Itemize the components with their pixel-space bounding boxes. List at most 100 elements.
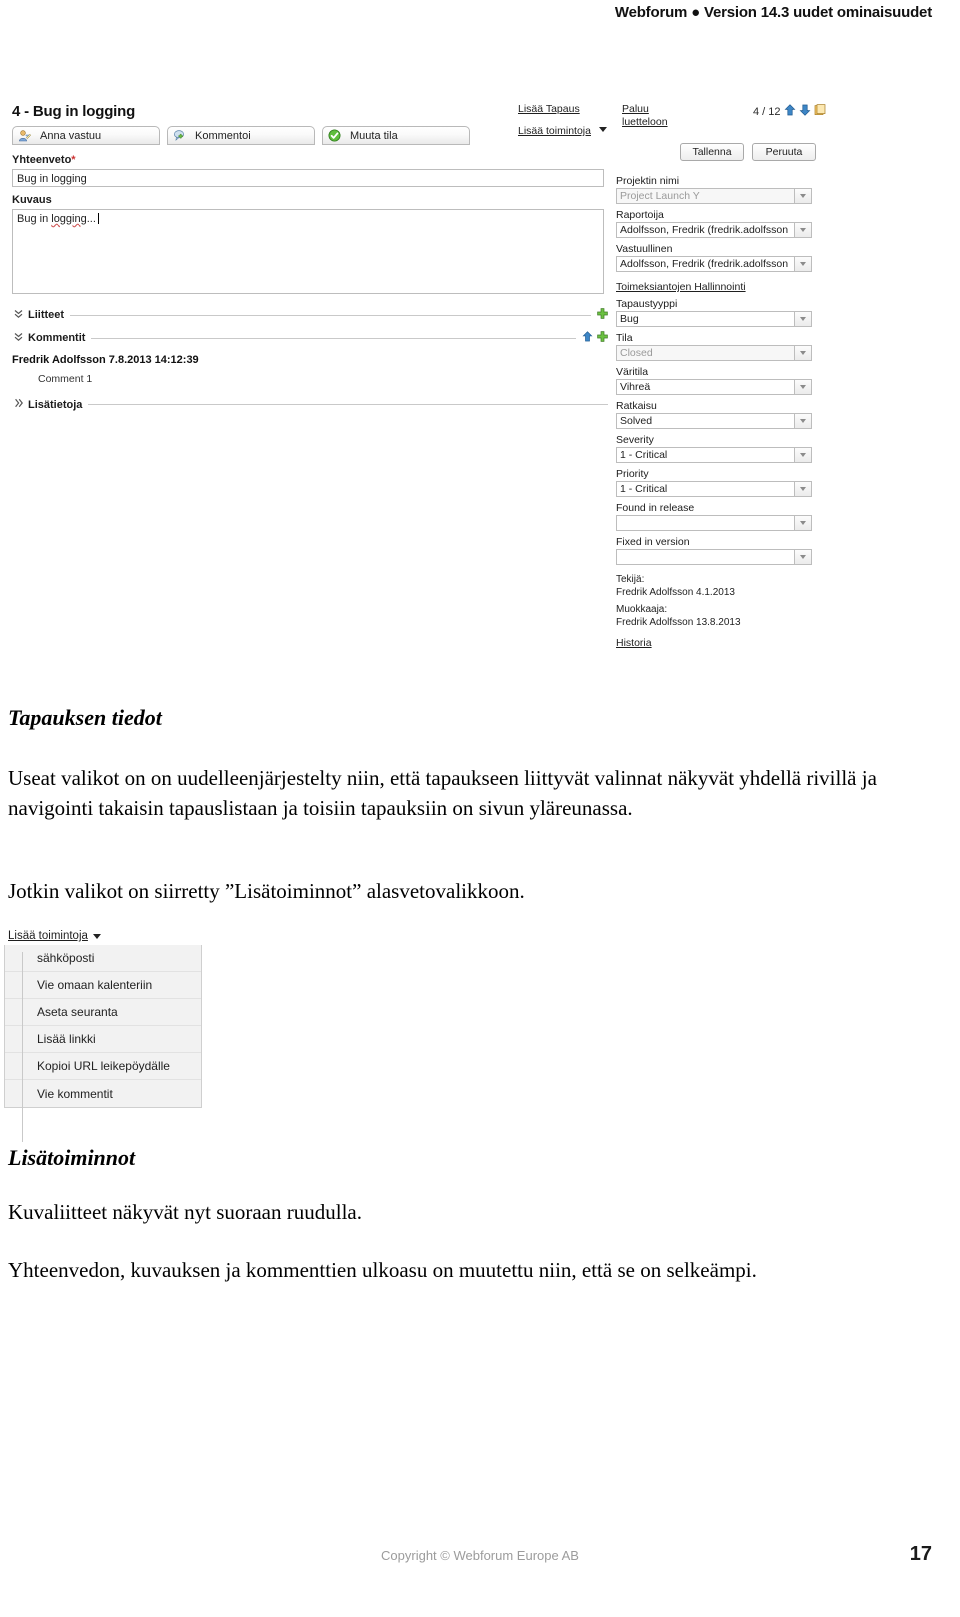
menu-item-kopioi-url[interactable]: Kopioi URL leikepöydälle xyxy=(5,1053,201,1080)
paragraph-three: Kuvaliitteet näkyvät nyt suoraan ruudull… xyxy=(8,1200,362,1224)
dropdown-arrow-icon[interactable] xyxy=(794,380,811,394)
field-label-vastuullinen: Vastuullinen xyxy=(616,243,673,255)
case-title: 4 - Bug in logging xyxy=(12,103,136,120)
field-label-ratkaisu: Ratkaisu xyxy=(616,400,657,412)
case-action-tabbar: Anna vastuu Kommentoi Muuta tila xyxy=(12,126,470,145)
comment-author: Fredrik Adolfsson 7.8.2013 14:12:39 xyxy=(12,354,199,366)
add-case-link[interactable]: Lisää Tapaus xyxy=(518,103,580,115)
menu-trigger-label: Lisää toimintoja xyxy=(8,930,88,942)
running-header: Webforum ● Version 14.3 uudet ominaisuud… xyxy=(614,4,932,21)
field-projektin-nimi[interactable]: Project Launch Y xyxy=(616,188,812,204)
tab-label: Muuta tila xyxy=(350,129,398,142)
tab-label: Kommentoi xyxy=(195,129,251,142)
field-label-found-in-release: Found in release xyxy=(616,502,695,514)
more-actions-label: Lisää toimintoja xyxy=(518,125,591,137)
field-value: 1 - Critical xyxy=(620,483,668,495)
field-priority[interactable]: 1 - Critical xyxy=(616,481,812,497)
section-more-info[interactable]: Lisätietoja xyxy=(12,398,608,411)
chevron-double-down-icon xyxy=(12,332,24,345)
dropdown-arrow-icon[interactable] xyxy=(794,257,811,271)
description-label: Kuvaus xyxy=(12,194,52,206)
more-actions-menu-screenshot: Lisää toimintoja sähköposti Vie omaan ka… xyxy=(4,930,234,1142)
tab-anna-vastuu[interactable]: Anna vastuu xyxy=(12,126,160,145)
dropdown-arrow-icon[interactable] xyxy=(794,189,811,203)
field-severity[interactable]: 1 - Critical xyxy=(616,447,812,463)
summary-label: Yhteenveto* xyxy=(12,154,76,166)
section-more-info-label: Lisätietoja xyxy=(28,398,83,411)
collapse-comments-icon[interactable] xyxy=(582,331,593,345)
description-text-tail: ... xyxy=(86,213,96,225)
description-textarea[interactable]: Bug in logging... xyxy=(12,209,604,294)
section-comments[interactable]: Kommentit xyxy=(12,331,608,345)
field-tila[interactable]: Closed xyxy=(616,345,812,361)
menu-connector-rail xyxy=(22,952,23,1142)
created-value: Fredrik Adolfsson 4.1.2013 xyxy=(616,586,735,598)
required-marker: * xyxy=(71,154,76,166)
menu-item-aseta-seuranta[interactable]: Aseta seuranta xyxy=(5,999,201,1026)
caption-lisatoiminnot: Lisätoiminnot xyxy=(8,1145,136,1170)
field-value: Bug xyxy=(620,313,639,325)
dropdown-arrow-icon[interactable] xyxy=(794,516,811,530)
field-found-in-release[interactable] xyxy=(616,515,812,531)
paragraph-two: Jotkin valikot on siirretty ”Lisätoiminn… xyxy=(8,879,525,903)
comment-actions xyxy=(582,331,608,345)
menu-item-lisaa-linkki[interactable]: Lisää linkki xyxy=(5,1026,201,1053)
field-value: Vihreä xyxy=(620,381,651,393)
dropdown-menu: sähköposti Vie omaan kalenteriin Aseta s… xyxy=(4,945,202,1108)
field-label-raportoija: Raportoija xyxy=(616,209,664,221)
paragraph-four-line2: selkeämpi. xyxy=(666,1258,757,1282)
section-attachments[interactable]: Liitteet xyxy=(12,308,608,322)
field-vastuullinen[interactable]: Adolfsson, Fredrik (fredrik.adolfsson xyxy=(616,256,812,272)
field-fixed-in-version[interactable] xyxy=(616,549,812,565)
dropdown-arrow-icon[interactable] xyxy=(794,414,811,428)
field-value: Closed xyxy=(620,347,653,359)
paragraph-one: Useat valikot on on uudelleenjärjestelty… xyxy=(8,763,908,823)
dropdown-arrow-icon[interactable] xyxy=(794,482,811,496)
created-label: Tekijä: xyxy=(616,574,645,585)
field-raportoija[interactable]: Adolfsson, Fredrik (fredrik.adolfsson xyxy=(616,222,812,238)
field-label-priority: Priority xyxy=(616,468,649,480)
attachment-actions xyxy=(597,308,608,322)
field-value: Adolfsson, Fredrik (fredrik.adolfsson xyxy=(620,258,789,270)
add-comment-icon[interactable] xyxy=(597,331,608,345)
field-value: Adolfsson, Fredrik (fredrik.adolfsson xyxy=(620,224,789,236)
dropdown-arrow-icon[interactable] xyxy=(794,550,811,564)
field-label-tila: Tila xyxy=(616,332,633,344)
menu-trigger[interactable]: Lisää toimintoja xyxy=(8,930,234,942)
tab-kommentoi[interactable]: Kommentoi xyxy=(167,126,315,145)
field-tapaustyyppi[interactable]: Bug xyxy=(616,311,812,327)
field-value: Solved xyxy=(620,415,653,427)
assignment-admin-link[interactable]: Toimeksiantojen Hallinnointi xyxy=(616,281,746,293)
dropdown-arrow-icon[interactable] xyxy=(794,346,811,360)
description-text-plain: Bug in xyxy=(17,213,52,225)
section-rule xyxy=(91,337,576,339)
comment-add-icon xyxy=(173,129,186,142)
more-actions-dropdown[interactable]: Lisää toimintoja xyxy=(518,125,608,137)
dropdown-arrow-icon[interactable] xyxy=(794,312,811,326)
tab-muuta-tila[interactable]: Muuta tila xyxy=(322,126,470,145)
assign-user-icon xyxy=(18,129,31,142)
dropdown-arrow-icon[interactable] xyxy=(794,448,811,462)
menu-item-sahkoposti[interactable]: sähköposti xyxy=(5,945,201,972)
comment-text: Comment 1 xyxy=(38,373,93,385)
summary-input[interactable]: Bug in logging xyxy=(12,169,604,187)
field-value: Project Launch Y xyxy=(620,190,700,202)
description-text-misspelled: logging xyxy=(51,213,87,225)
paragraph-four-line1: Yhteenvedon, kuvauksen ja kommenttien ul… xyxy=(8,1258,662,1282)
paragraph-one-line1: Useat valikot on on uudelleenjärjestelty… xyxy=(8,766,663,790)
tab-label: Anna vastuu xyxy=(40,129,102,142)
field-ratkaisu[interactable]: Solved xyxy=(616,413,812,429)
menu-item-vie-omaan-kalenteriin[interactable]: Vie omaan kalenteriin xyxy=(5,972,201,999)
case-detail-screenshot: 4 - Bug in logging Anna vastuu Kommentoi… xyxy=(8,98,833,718)
field-label-varitila: Väritila xyxy=(616,366,649,378)
status-change-icon xyxy=(328,129,341,142)
dropdown-arrow-icon[interactable] xyxy=(794,223,811,237)
field-varitila[interactable]: Vihreä xyxy=(616,379,812,395)
menu-item-vie-kommentit[interactable]: Vie kommentit xyxy=(5,1080,201,1107)
history-link[interactable]: Historia xyxy=(616,637,652,649)
summary-label-text: Yhteenveto xyxy=(12,154,72,166)
add-attachment-icon[interactable] xyxy=(597,308,608,322)
chevron-double-right-icon xyxy=(12,398,24,411)
section-rule xyxy=(88,404,608,405)
field-value: 1 - Critical xyxy=(620,449,668,461)
